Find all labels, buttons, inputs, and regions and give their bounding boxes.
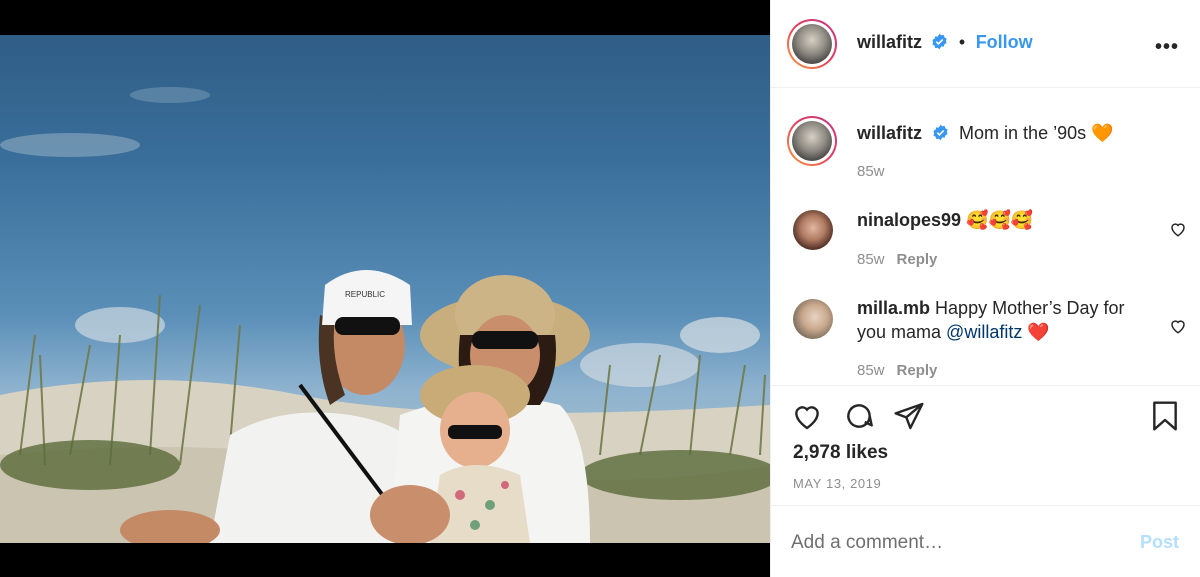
- author-username[interactable]: willafitz: [857, 32, 922, 52]
- caption-age: 85w: [857, 163, 885, 180]
- share-paper-plane-icon[interactable]: [893, 400, 925, 432]
- action-bar: 2,978 likes MAY 13, 2019: [771, 386, 1200, 506]
- separator-dot: •: [958, 32, 966, 52]
- mention-link[interactable]: @willafitz: [946, 322, 1022, 342]
- comment-username[interactable]: milla.mb: [857, 298, 930, 318]
- like-heart-icon[interactable]: [791, 400, 823, 432]
- post-header: willafitz • Follow •••: [771, 0, 1200, 88]
- likes-count[interactable]: 2,978 likes: [793, 442, 888, 464]
- comment-age: 85w: [857, 362, 885, 379]
- orange-heart-emoji: 🧡: [1091, 123, 1114, 143]
- caption-avatar[interactable]: [787, 116, 837, 166]
- commenter-avatar[interactable]: [793, 299, 833, 339]
- comments-section[interactable]: willafitz Mom in the ’90s 🧡 85w ninalope…: [771, 88, 1200, 386]
- comment-meta: 85w Reply: [857, 362, 937, 379]
- post-comment-button[interactable]: Post: [1140, 532, 1179, 553]
- add-comment-input[interactable]: [791, 528, 1111, 558]
- caption-body: Mom in the ’90s: [959, 123, 1087, 143]
- more-options-icon[interactable]: •••: [1155, 36, 1179, 59]
- caption-meta: 85w: [857, 163, 885, 180]
- cap-text: REPUBLIC: [345, 290, 385, 299]
- comment-username[interactable]: ninalopes99: [857, 210, 961, 230]
- post-media[interactable]: REPUBLIC: [0, 0, 770, 577]
- caption-username[interactable]: willafitz: [857, 123, 922, 143]
- comment-age: 85w: [857, 251, 885, 268]
- reply-button[interactable]: Reply: [897, 251, 938, 268]
- comment-body: 🥰🥰🥰: [966, 210, 1034, 230]
- post-date[interactable]: MAY 13, 2019: [793, 476, 881, 491]
- save-bookmark-icon[interactable]: [1149, 400, 1181, 432]
- comment-text: milla.mb Happy Mother’s Day for you mama…: [857, 296, 1151, 344]
- comment-bubble-icon[interactable]: [843, 400, 875, 432]
- reply-button[interactable]: Reply: [897, 362, 938, 379]
- verified-badge-icon: [932, 123, 949, 147]
- comment-meta: 85w Reply: [857, 251, 937, 268]
- add-comment-bar: Post: [771, 506, 1200, 577]
- follow-button[interactable]: Follow: [976, 32, 1033, 52]
- comment-text: ninalopes99 🥰🥰🥰: [857, 208, 1151, 232]
- post-photo[interactable]: REPUBLIC: [0, 35, 770, 543]
- verified-badge-icon: [931, 33, 948, 55]
- red-heart-emoji: ❤️: [1027, 322, 1050, 342]
- commenter-avatar[interactable]: [793, 210, 833, 250]
- caption-text: willafitz Mom in the ’90s 🧡: [857, 121, 1151, 147]
- post-panel: willafitz • Follow ••• willafitz Mom in …: [770, 0, 1200, 577]
- photo-illustration: REPUBLIC: [0, 87, 770, 543]
- header-user-row: willafitz • Follow: [857, 32, 1033, 55]
- like-comment-heart-icon[interactable]: [1169, 317, 1187, 335]
- author-avatar[interactable]: [787, 19, 837, 69]
- like-comment-heart-icon[interactable]: [1169, 220, 1187, 238]
